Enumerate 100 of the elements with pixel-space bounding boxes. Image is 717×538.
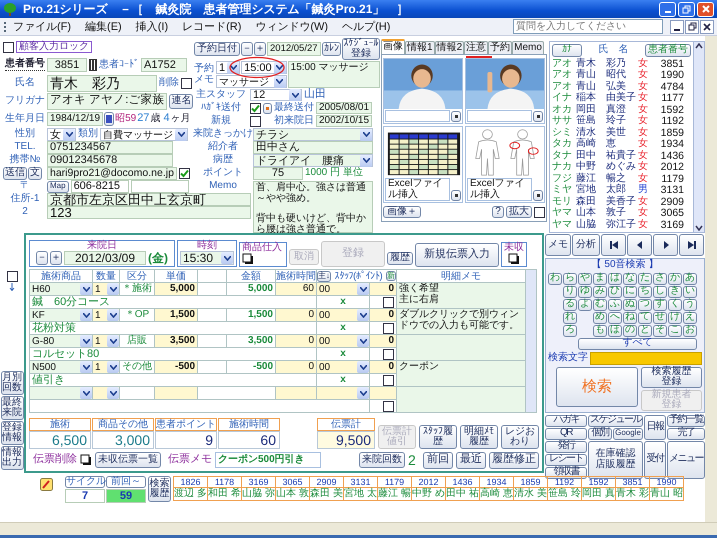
quantity-dropdown[interactable]: 1 bbox=[93, 283, 119, 295]
calendar-button[interactable]: ｶﾚﾝ bbox=[322, 42, 341, 56]
kana-button[interactable]: す bbox=[653, 298, 667, 310]
tab[interactable]: 注意 bbox=[464, 41, 488, 54]
caret-icon[interactable] bbox=[175, 128, 187, 140]
plus-button[interactable]: ＋ bbox=[254, 42, 266, 56]
patient-row[interactable]: オカ 岡田 真澄 女 1592 bbox=[552, 104, 691, 116]
history-button[interactable]: 履歴 bbox=[387, 252, 413, 265]
kana-button[interactable]: ち bbox=[638, 286, 652, 298]
caption-field[interactable] bbox=[467, 110, 532, 122]
medical-history-dropdown[interactable]: ドライアイ 腰痛 bbox=[253, 154, 373, 167]
kana-button[interactable]: つ bbox=[638, 298, 652, 310]
menu-item[interactable]: ウィンドウ(W) bbox=[248, 19, 336, 34]
history-nav-button[interactable]: 前回 bbox=[423, 452, 453, 468]
tool-button[interactable]: 個別 bbox=[588, 428, 612, 440]
caret-icon[interactable] bbox=[80, 309, 92, 321]
visit-trigger-dropdown[interactable]: チラシ bbox=[253, 128, 373, 141]
days-since-field[interactable]: 59 bbox=[106, 489, 146, 503]
side-button[interactable]: 最終来院 bbox=[0, 396, 24, 420]
reservation-date-button[interactable]: 予約日付 bbox=[194, 42, 240, 56]
checkbox[interactable] bbox=[181, 78, 192, 88]
menu-item[interactable]: 挿入(I) bbox=[128, 19, 176, 34]
quantity-dropdown[interactable]: 1 bbox=[93, 309, 119, 321]
kana-button[interactable]: は bbox=[608, 272, 622, 284]
patient-row[interactable]: モリ 森田 美香子 女 2909 bbox=[552, 196, 691, 208]
tool-button[interactable]: ハガキ bbox=[545, 414, 587, 426]
restore-icon[interactable] bbox=[685, 20, 699, 34]
map-button[interactable]: Map bbox=[47, 180, 69, 192]
caret-icon[interactable] bbox=[357, 361, 369, 373]
close-icon[interactable] bbox=[700, 20, 714, 34]
checkbox[interactable] bbox=[534, 206, 545, 218]
kana-button[interactable]: く bbox=[668, 298, 682, 310]
patient-row[interactable]: シミ 清水 美世 女 1859 bbox=[552, 127, 691, 138]
kana-button[interactable]: に bbox=[623, 286, 637, 298]
help-button[interactable]: ? bbox=[492, 206, 504, 218]
send-button[interactable]: 送信 bbox=[3, 167, 27, 180]
barcode-icon[interactable] bbox=[89, 59, 97, 71]
kana-button[interactable]: も bbox=[593, 324, 607, 336]
pencil-icon[interactable] bbox=[40, 478, 53, 491]
patient-row[interactable]: イナ 稲本 由美子 女 1177 bbox=[552, 92, 691, 104]
caret-icon[interactable] bbox=[107, 283, 119, 295]
main-staff-button[interactable]: 主↓ bbox=[317, 270, 331, 282]
recent-patient-tile[interactable]: 1436 田中 祐 bbox=[445, 476, 480, 501]
caret-icon[interactable] bbox=[80, 335, 92, 347]
patient-row[interactable]: アオ 青山 弘美 女 4784 bbox=[552, 81, 691, 92]
side-button[interactable]: 情報出力 bbox=[0, 446, 24, 470]
quantity-dropdown[interactable]: 1 bbox=[93, 361, 119, 373]
caret-icon[interactable] bbox=[357, 387, 369, 399]
menu-item[interactable]: ファイル(F) bbox=[6, 19, 78, 34]
first-record-icon[interactable] bbox=[601, 234, 626, 256]
address-field[interactable]: 123 bbox=[47, 206, 251, 219]
tool-button[interactable]: Google bbox=[613, 428, 643, 440]
checkbox[interactable] bbox=[383, 374, 394, 386]
caret-icon[interactable] bbox=[360, 128, 372, 140]
slip-memo-field[interactable]: クーポン500円引き bbox=[215, 452, 321, 468]
scrollbar[interactable] bbox=[693, 41, 705, 233]
squares-icon[interactable] bbox=[508, 253, 520, 265]
recent-patient-tile[interactable]: 1859 清水 美 bbox=[513, 476, 548, 501]
postal-code-field[interactable]: 606-8215 bbox=[70, 180, 129, 193]
recent-patient-tile[interactable]: 1592 岡田 真 bbox=[581, 476, 616, 501]
kana-button[interactable]: と bbox=[638, 324, 652, 336]
menu-item[interactable]: ヘルプ(H) bbox=[335, 19, 398, 34]
category-field[interactable]: その他 bbox=[120, 361, 154, 373]
kana-button[interactable]: あ bbox=[683, 272, 697, 284]
kana-button[interactable]: ひ bbox=[608, 286, 622, 298]
kana-button[interactable]: け bbox=[668, 312, 682, 324]
kana-button[interactable]: み bbox=[593, 286, 607, 298]
patient-row[interactable]: ヤマ 山脇 弥江子 女 3169 bbox=[552, 219, 691, 230]
quantity-dropdown[interactable]: 1 bbox=[93, 335, 119, 347]
caret-icon[interactable] bbox=[357, 335, 369, 347]
tab[interactable]: 情報1 bbox=[405, 41, 435, 54]
recent-patient-tile[interactable]: 2909 森田 美 bbox=[309, 476, 344, 501]
extra-field[interactable] bbox=[130, 180, 189, 193]
furigana-field[interactable]: アオキ アヤノ:ご家族 bbox=[47, 92, 168, 110]
product-dropdown[interactable]: KF bbox=[30, 309, 92, 321]
caption-field[interactable]: Excelファイル挿入 bbox=[385, 178, 450, 201]
staff-dropdown[interactable]: 00 bbox=[317, 283, 369, 295]
recent-patient-tile[interactable]: 1179 藤江 暢 bbox=[377, 476, 412, 501]
number-sort-button[interactable]: 患者番号 bbox=[645, 44, 691, 57]
patient-row[interactable]: ナカ 中野 めぐみ 女 2012 bbox=[552, 162, 691, 173]
caret-icon[interactable] bbox=[221, 252, 233, 264]
caption-field[interactable]: Excelファイル挿入 bbox=[467, 178, 532, 201]
minutes-field[interactable]: 60 bbox=[276, 283, 316, 295]
address-field[interactable]: 京都市左京区田中上玄京町 bbox=[47, 193, 251, 206]
tab[interactable]: 予約 bbox=[488, 41, 512, 54]
squares-icon[interactable] bbox=[80, 454, 92, 466]
kana-button[interactable]: ま bbox=[593, 272, 607, 284]
sex-dropdown[interactable]: 女 bbox=[47, 128, 76, 141]
kana-button[interactable]: れ bbox=[563, 312, 577, 324]
slip-action-button[interactable]: レジおわり bbox=[501, 425, 539, 449]
recent-patient-tile[interactable]: 3131 宮地 太 bbox=[343, 476, 378, 501]
analysis-button[interactable]: 分析 bbox=[572, 234, 600, 256]
patient-row[interactable]: ミヤ 宮地 太郎 男 3131 bbox=[552, 184, 691, 196]
kana-button[interactable]: た bbox=[638, 272, 652, 284]
kana-button[interactable]: か bbox=[668, 272, 682, 284]
checkbox[interactable] bbox=[383, 400, 394, 412]
recent-patient-tile[interactable]: 2012 中野 め bbox=[411, 476, 446, 501]
kana-button[interactable]: な bbox=[623, 272, 637, 284]
phone-field[interactable]: 0751234567 bbox=[47, 141, 173, 154]
recent-patient-tile[interactable]: 1934 高崎 恵 bbox=[479, 476, 514, 501]
